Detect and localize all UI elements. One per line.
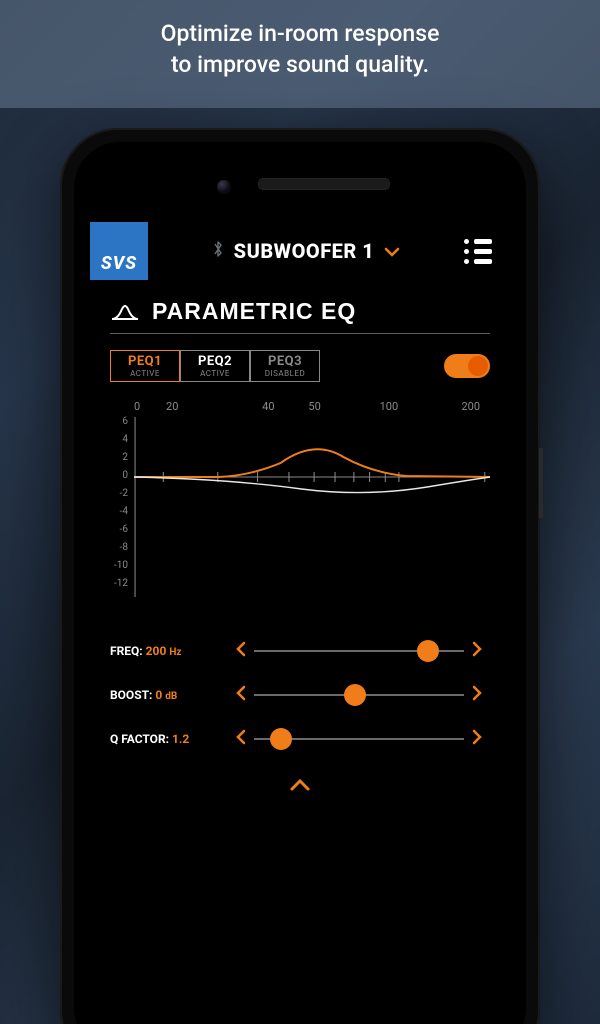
freq-value: 200 (146, 644, 167, 658)
qfactor-value: 1.2 (172, 732, 189, 746)
peq-tab-3[interactable]: PEQ3 DISABLED (250, 350, 320, 382)
boost-label: BOOST: 0 dB (110, 688, 228, 702)
chevron-down-icon (384, 241, 400, 262)
y-tick: -10 (106, 561, 128, 579)
section-header: PARAMETRIC EQ (110, 298, 490, 325)
boost-increase-button[interactable] (464, 685, 490, 705)
freq-slider-thumb[interactable] (417, 640, 439, 662)
freq-decrease-button[interactable] (228, 641, 254, 661)
menu-icon-row (464, 239, 492, 244)
device-selector[interactable]: SUBWOOFER 1 (148, 239, 464, 263)
boost-slider-row: BOOST: 0 dB (110, 685, 490, 705)
qfactor-decrease-button[interactable] (228, 729, 254, 749)
boost-label-text: BOOST: (110, 688, 152, 702)
chart-plot-area[interactable] (134, 417, 490, 597)
y-tick: -12 (106, 579, 128, 597)
eq-curve-icon (110, 301, 140, 323)
main-content: PARAMETRIC EQ PEQ1 ACTIVE PEQ2 ACTIVE (90, 280, 510, 798)
chevron-up-icon (289, 773, 311, 798)
x-tick: 50 (308, 400, 379, 413)
chart-x-labels: 0 20 40 50 100 200 (106, 400, 490, 413)
y-tick: 6 (106, 417, 128, 435)
x-tick: 20 (166, 400, 262, 413)
peq-tab-state: ACTIVE (191, 370, 239, 378)
y-tick: 4 (106, 435, 128, 453)
peq-tab-2[interactable]: PEQ2 ACTIVE (180, 350, 250, 382)
boost-value: 0 (155, 688, 162, 702)
eq-chart: 0 20 40 50 100 200 6 4 (106, 400, 490, 597)
menu-button[interactable] (464, 239, 502, 264)
qfactor-slider[interactable] (254, 738, 464, 740)
peq-tab-name: PEQ1 (121, 355, 169, 368)
section-title: PARAMETRIC EQ (152, 298, 356, 325)
phone-body: SVS SUBWOOFER 1 (74, 142, 526, 1024)
freq-unit: Hz (169, 647, 181, 658)
y-tick: 2 (106, 453, 128, 471)
boost-slider-thumb[interactable] (344, 684, 366, 706)
sliders-panel: FREQ: 200 Hz (110, 641, 490, 749)
boost-unit: dB (165, 691, 177, 702)
app-screen: SVS SUBWOOFER 1 (90, 222, 510, 1024)
freq-slider-row: FREQ: 200 Hz (110, 641, 490, 661)
y-tick: -8 (106, 543, 128, 561)
freq-slider[interactable] (254, 650, 464, 652)
x-tick: 40 (262, 400, 308, 413)
boost-slider[interactable] (254, 694, 464, 696)
divider (110, 333, 490, 334)
qfactor-label-text: Q FACTOR: (110, 732, 169, 746)
freq-increase-button[interactable] (464, 641, 490, 661)
bluetooth-icon (212, 240, 224, 262)
chart-body: 6 4 2 0 -2 -4 -6 -8 -10 -12 (106, 417, 490, 597)
qfactor-slider-thumb[interactable] (270, 728, 292, 750)
chart-y-labels: 6 4 2 0 -2 -4 -6 -8 -10 -12 (106, 417, 134, 597)
qfactor-label: Q FACTOR: 1.2 (110, 732, 228, 746)
expand-panel-button[interactable] (110, 773, 490, 798)
y-tick: -4 (106, 507, 128, 525)
x-tick: 200 (461, 400, 480, 413)
peq-tab-1[interactable]: PEQ1 ACTIVE (110, 350, 180, 382)
banner-line1: Optimize in-room response (161, 20, 440, 47)
peq-tab-name: PEQ3 (261, 355, 309, 368)
phone-camera (217, 180, 231, 194)
x-tick: 100 (380, 400, 462, 413)
peq-tab-name: PEQ2 (191, 355, 239, 368)
banner-text: Optimize in-room response to improve sou… (0, 18, 600, 80)
x-tick: 0 (134, 400, 166, 413)
menu-icon-row (464, 259, 492, 264)
peq-enable-toggle[interactable] (444, 354, 490, 378)
freq-label-text: FREQ: (110, 644, 143, 658)
toggle-knob (468, 356, 488, 376)
peq-tab-state: ACTIVE (121, 370, 169, 378)
y-tick: 0 (106, 471, 128, 489)
page-root: Optimize in-room response to improve sou… (0, 0, 600, 1024)
top-bar: SVS SUBWOOFER 1 (90, 222, 510, 280)
brand-logo[interactable]: SVS (90, 222, 148, 280)
qfactor-slider-row: Q FACTOR: 1.2 (110, 729, 490, 749)
peq-tab-state: DISABLED (261, 370, 309, 378)
banner-line2: to improve sound quality. (171, 51, 429, 78)
y-tick: -2 (106, 489, 128, 507)
promo-banner: Optimize in-room response to improve sou… (0, 0, 600, 108)
device-mockup: SVS SUBWOOFER 1 (60, 128, 540, 1024)
brand-logo-text: SVS (101, 253, 137, 274)
phone-speaker-grille (258, 178, 390, 190)
qfactor-increase-button[interactable] (464, 729, 490, 749)
menu-icon-row (464, 249, 492, 254)
phone-frame: SVS SUBWOOFER 1 (60, 128, 540, 1024)
freq-label: FREQ: 200 Hz (110, 644, 228, 658)
y-tick: -6 (106, 525, 128, 543)
phone-power-button (539, 448, 543, 518)
peq-tabs-row: PEQ1 ACTIVE PEQ2 ACTIVE PEQ3 DISABLED (110, 350, 490, 382)
device-name: SUBWOOFER 1 (234, 239, 375, 263)
boost-decrease-button[interactable] (228, 685, 254, 705)
